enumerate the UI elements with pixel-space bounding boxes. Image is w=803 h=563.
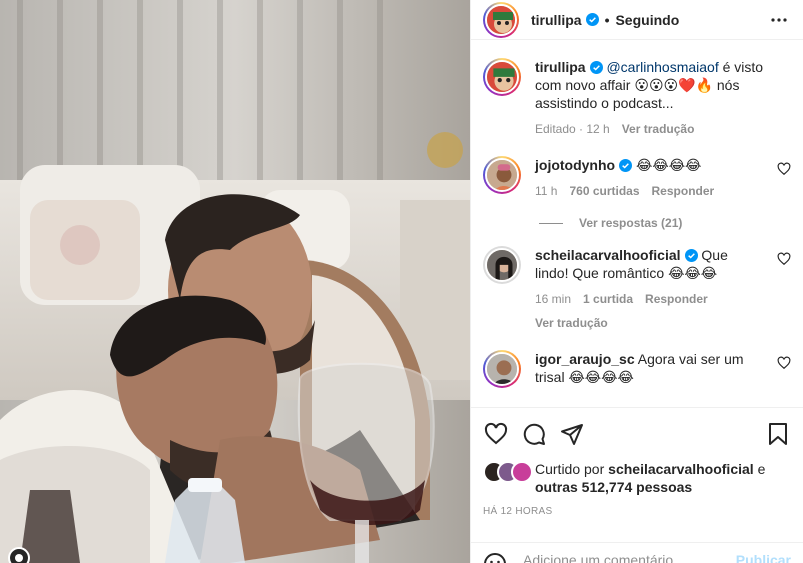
following-button[interactable]: Seguindo xyxy=(615,12,679,28)
photo-image xyxy=(0,0,470,563)
caption-avatar[interactable] xyxy=(483,58,521,96)
comment-body: igor_araujo_sc Agora vai ser um trisal 😂… xyxy=(535,350,791,388)
verified-badge-icon xyxy=(585,13,599,26)
comment-likes-count[interactable]: 760 curtidas xyxy=(569,182,639,200)
liker-username[interactable]: scheilacarvalhooficial xyxy=(608,461,754,477)
comment-translate-link[interactable]: Ver tradução xyxy=(535,314,765,332)
comment-body: scheilacarvalhooficial Que lindo! Que ro… xyxy=(535,246,791,332)
likes-count[interactable]: outras 512,774 pessoas xyxy=(535,479,692,495)
author-avatar-image xyxy=(487,5,515,34)
caption-username[interactable]: tirullipa xyxy=(535,59,586,75)
comment-item: jojotodynho 😂😂😂😂 11 h 760 curtidas Respo… xyxy=(483,156,791,200)
comment-username[interactable]: jojotodynho xyxy=(535,157,615,173)
header-separator: • xyxy=(604,11,610,28)
add-comment-bar: Publicar xyxy=(471,542,803,563)
comment-avatar-image xyxy=(487,354,517,384)
more-horizontal-icon xyxy=(771,17,787,22)
comment-body: jojotodynho 😂😂😂😂 11 h 760 curtidas Respo… xyxy=(535,156,791,200)
bookmark-icon xyxy=(769,423,787,445)
caption-avatar-image xyxy=(487,62,517,92)
comment-item: scheilacarvalhooficial Que lindo! Que ro… xyxy=(483,246,791,332)
view-replies-button[interactable]: Ver respostas (21) xyxy=(539,216,791,230)
verified-badge-icon xyxy=(619,159,633,172)
caption: tirullipa @carlinhosmaiaof é visto com n… xyxy=(483,58,791,138)
tagged-users-button[interactable] xyxy=(8,547,30,563)
comment-button[interactable] xyxy=(521,421,547,447)
comment-meta: 16 min 1 curtida Responder xyxy=(535,290,765,308)
comment-text: 😂😂😂😂 xyxy=(635,157,702,173)
caption-translate-link[interactable]: Ver tradução xyxy=(622,120,695,138)
author-avatar[interactable] xyxy=(483,1,519,38)
comment-bubble-icon xyxy=(523,423,545,445)
comment-avatar-image xyxy=(487,160,517,190)
comment-avatar[interactable] xyxy=(483,156,521,194)
likers-avatars[interactable] xyxy=(483,461,535,483)
post-actions: Curtido por scheilacarvalhooficial e out… xyxy=(471,407,803,517)
comment-avatar-image xyxy=(487,250,517,280)
comment-like-heart-icon[interactable] xyxy=(777,356,791,370)
comment-username[interactable]: igor_araujo_sc xyxy=(535,351,635,367)
post-dialog: tirullipa • Seguindo tirullipa @carlinho… xyxy=(0,0,803,563)
post-header: tirullipa • Seguindo xyxy=(471,0,803,40)
comment-input[interactable] xyxy=(523,552,736,563)
comment-like-heart-icon[interactable] xyxy=(777,162,791,176)
comment-item: igor_araujo_sc Agora vai ser um trisal 😂… xyxy=(483,350,791,388)
comment-time: 11 h xyxy=(535,184,558,198)
share-button[interactable] xyxy=(559,421,585,447)
caption-edited-time: Editado · 12 h xyxy=(535,122,610,136)
paper-plane-icon xyxy=(561,424,583,445)
likes-prefix: Curtido por xyxy=(535,461,609,477)
comment-reply-button[interactable]: Responder xyxy=(645,290,708,308)
comment-meta: 11 h 760 curtidas Responder xyxy=(535,182,765,200)
comment-reply-button[interactable]: Responder xyxy=(652,182,715,200)
author-username[interactable]: tirullipa xyxy=(531,12,582,28)
comment-avatar[interactable] xyxy=(483,246,521,284)
emoji-smile-icon[interactable] xyxy=(483,552,507,563)
caption-meta: Editado · 12 h Ver tradução xyxy=(535,120,765,138)
caption-mention-link[interactable]: @carlinhosmaiaof xyxy=(606,59,718,75)
action-icons-row xyxy=(483,420,791,448)
verified-badge-icon xyxy=(589,61,603,74)
replies-divider xyxy=(539,222,563,224)
comment-like-heart-icon[interactable] xyxy=(777,252,791,266)
heart-icon xyxy=(484,422,508,445)
liker-avatar xyxy=(511,461,533,483)
comment-likes-count[interactable]: 1 curtida xyxy=(583,290,633,308)
post-photo[interactable] xyxy=(0,0,470,563)
likes-text: Curtido por scheilacarvalhooficial e out… xyxy=(535,460,791,496)
like-button[interactable] xyxy=(483,421,509,447)
comment-avatar[interactable] xyxy=(483,350,521,388)
verified-badge-icon xyxy=(684,249,698,262)
publish-button[interactable]: Publicar xyxy=(736,552,791,563)
comment-time: 16 min xyxy=(535,292,572,306)
likes-middle: e xyxy=(753,461,766,477)
comment-username[interactable]: scheilacarvalhooficial xyxy=(535,247,681,263)
view-replies-label: Ver respostas (21) xyxy=(579,216,683,230)
save-button[interactable] xyxy=(765,421,791,447)
caption-body: tirullipa @carlinhosmaiaof é visto com n… xyxy=(535,58,791,138)
more-options-button[interactable] xyxy=(767,8,791,32)
post-side-panel: tirullipa • Seguindo tirullipa @carlinho… xyxy=(470,0,803,563)
likes-summary: Curtido por scheilacarvalhooficial e out… xyxy=(483,460,791,496)
comments-list[interactable]: tirullipa @carlinhosmaiaof é visto com n… xyxy=(471,40,803,407)
post-timestamp[interactable]: HÁ 12 HORAS xyxy=(483,506,791,517)
